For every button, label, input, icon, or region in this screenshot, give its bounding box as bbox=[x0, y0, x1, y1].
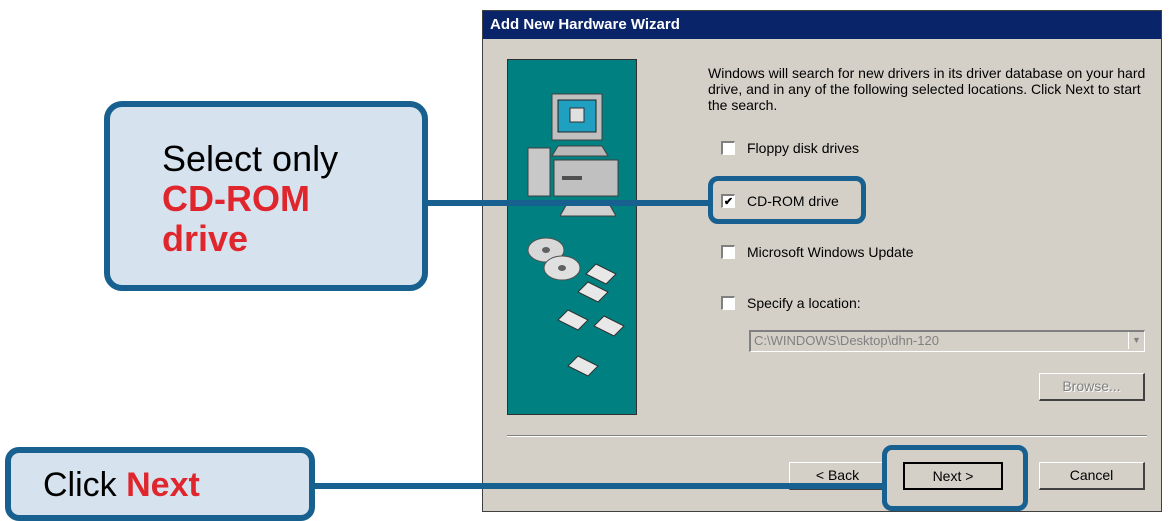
location-combobox[interactable]: C:\WINDOWS\Desktop\dhn-120 ▼ bbox=[749, 330, 1145, 352]
cancel-button[interactable]: Cancel bbox=[1039, 462, 1145, 490]
click-next-callout: Click Next bbox=[5, 447, 315, 521]
specify-location-label: Specify a location: bbox=[747, 295, 861, 311]
floppy-disk-icon bbox=[557, 263, 625, 377]
cd-disc-icon bbox=[527, 237, 581, 281]
callout-select-text: Select only bbox=[162, 138, 339, 179]
browse-button[interactable]: Browse... bbox=[1039, 373, 1145, 401]
cdrom-connector-line bbox=[428, 200, 712, 206]
location-value: C:\WINDOWS\Desktop\dhn-120 bbox=[754, 333, 939, 348]
callout-click-text: Click bbox=[43, 466, 117, 504]
specify-location-option[interactable]: Specify a location: bbox=[721, 294, 861, 312]
chevron-down-icon[interactable]: ▼ bbox=[1128, 332, 1144, 349]
floppy-label: Floppy disk drives bbox=[747, 140, 860, 156]
next-connector-line bbox=[315, 483, 885, 489]
cdrom-highlight-ring bbox=[708, 176, 866, 224]
floppy-option[interactable]: Floppy disk drives bbox=[721, 139, 859, 157]
intro-text: Windows will search for new drivers in i… bbox=[708, 65, 1146, 113]
computer-icon bbox=[527, 93, 619, 217]
dialog-title: Add New Hardware Wizard bbox=[483, 11, 1161, 39]
windows-update-label: Microsoft Windows Update bbox=[747, 244, 914, 260]
floppy-checkbox[interactable] bbox=[721, 141, 735, 155]
add-hardware-wizard-dialog: Add New Hardware Wizard Windows will sea… bbox=[482, 10, 1162, 512]
callout-cdrom-highlight: CD-ROM drive bbox=[162, 178, 310, 259]
computer-and-disks-illustration bbox=[527, 93, 625, 377]
specify-location-checkbox[interactable] bbox=[721, 296, 735, 310]
wizard-illustration-panel bbox=[507, 59, 637, 415]
windows-update-option[interactable]: Microsoft Windows Update bbox=[721, 243, 914, 261]
callout-next-highlight: Next bbox=[126, 466, 200, 504]
next-highlight-ring bbox=[882, 445, 1028, 511]
windows-update-checkbox[interactable] bbox=[721, 245, 735, 259]
select-cdrom-callout: Select only CD-ROM drive bbox=[104, 101, 428, 291]
dialog-separator bbox=[507, 435, 1147, 437]
